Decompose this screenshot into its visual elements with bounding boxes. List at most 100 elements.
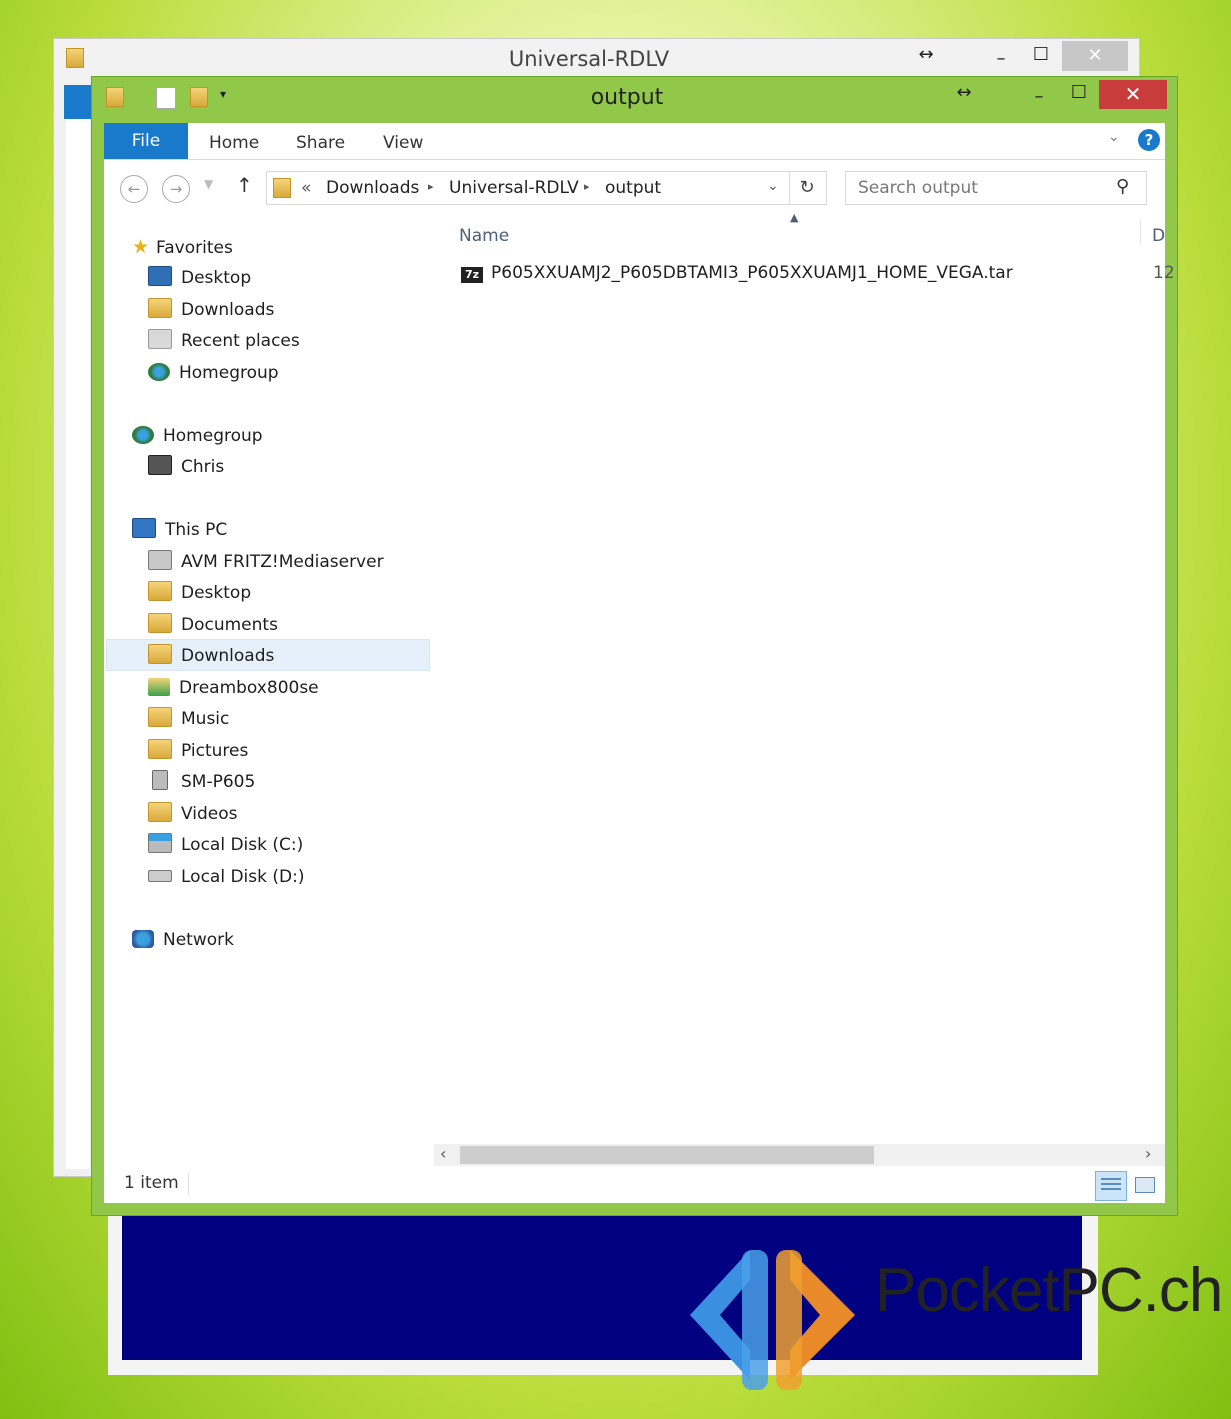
breadcrumb-overflow[interactable]: « — [301, 178, 311, 198]
nav-label: Downloads — [181, 300, 275, 320]
close-button[interactable]: ✕ — [1099, 80, 1167, 109]
column-header-date[interactable]: D — [1152, 226, 1165, 246]
resize-icon[interactable]: ↔ — [906, 41, 946, 69]
properties-icon[interactable] — [156, 87, 176, 109]
breadcrumb-output[interactable]: output — [605, 178, 661, 198]
nav-network[interactable]: Network — [132, 926, 234, 954]
explorer-window: ▾ output ↔ – ☐ ✕ File Home Share View ⌄ … — [91, 76, 1178, 1216]
nav-label: Network — [163, 930, 234, 950]
breadcrumb-downloads[interactable]: Downloads — [326, 178, 419, 198]
nav-item-chris[interactable]: Chris — [148, 453, 224, 481]
scrollbar-thumb[interactable] — [460, 1146, 874, 1164]
folder-icon — [273, 178, 291, 198]
file-name[interactable]: P605XXUAMJ2_P605DBTAMI3_P605XXUAMJ1_HOME… — [491, 263, 1013, 283]
nav-label: Pictures — [181, 741, 249, 761]
background-close-button[interactable]: ✕ — [1062, 41, 1128, 71]
star-icon: ★ — [132, 236, 150, 258]
minimize-button[interactable]: – — [1019, 83, 1059, 111]
forward-button[interactable]: → — [162, 175, 190, 203]
desktop-icon — [148, 266, 172, 286]
up-button[interactable]: ↑ — [236, 173, 253, 197]
homegroup-icon — [132, 426, 154, 444]
help-icon[interactable]: ? — [1138, 129, 1160, 151]
maximize-button[interactable]: ☐ — [1059, 79, 1099, 107]
nav-item-homegroup-fav[interactable]: Homegroup — [148, 359, 279, 387]
pictures-folder-icon — [148, 739, 172, 759]
nav-label: AVM FRITZ!Mediaserver — [181, 552, 384, 572]
nav-item-desktop-pc[interactable]: Desktop — [148, 579, 251, 607]
nav-item-videos[interactable]: Videos — [148, 800, 238, 828]
nav-item-documents[interactable]: Documents — [148, 611, 278, 639]
portable-device-icon — [152, 770, 168, 790]
breadcrumb-universal-rdlv[interactable]: Universal-RDLV — [449, 178, 579, 198]
nav-label: Downloads — [181, 646, 275, 666]
details-view-icon[interactable] — [1095, 1171, 1127, 1201]
nav-item-downloads[interactable]: Downloads — [148, 296, 274, 324]
nav-favorites[interactable]: ★ Favorites — [132, 233, 233, 261]
back-button[interactable]: ← — [120, 175, 148, 203]
breadcrumb-separator[interactable]: ▸ — [584, 180, 590, 193]
nav-item-local-disk-d[interactable]: Local Disk (D:) — [148, 863, 304, 891]
user-icon — [148, 455, 172, 475]
tab-share[interactable]: Share — [296, 123, 345, 159]
pocketpc-logo-icon — [690, 1250, 855, 1390]
recent-locations-icon[interactable]: ▼ — [204, 177, 213, 191]
tab-file[interactable]: File — [104, 123, 188, 159]
nav-label: Desktop — [181, 583, 252, 603]
resize-icon[interactable]: ↔ — [944, 79, 984, 107]
scroll-left-icon[interactable]: ‹ — [440, 1144, 446, 1163]
nav-this-pc[interactable]: This PC — [132, 516, 227, 544]
horizontal-scrollbar[interactable]: ‹ › — [434, 1144, 1165, 1166]
nav-label: Dreambox800se — [179, 678, 319, 698]
address-bar[interactable]: « Downloads ▸ Universal-RDLV ▸ output ⌄ — [266, 171, 790, 205]
ribbon: File Home Share View ⌄ ? — [104, 123, 1165, 160]
address-dropdown-icon[interactable]: ⌄ — [767, 178, 779, 194]
nav-item-sm-p605[interactable]: SM-P605 — [148, 768, 255, 796]
customize-toolbar-icon[interactable]: ▾ — [220, 87, 226, 101]
refresh-button[interactable]: ↻ — [788, 171, 827, 205]
nav-item-local-disk-c[interactable]: Local Disk (C:) — [148, 831, 303, 859]
nav-label: Local Disk (C:) — [181, 835, 304, 855]
scroll-right-icon[interactable]: › — [1145, 1144, 1151, 1163]
nav-item-downloads-pc[interactable]: Downloads — [148, 642, 274, 670]
network-icon — [132, 930, 154, 948]
background-body — [66, 119, 90, 1169]
nav-item-pictures[interactable]: Pictures — [148, 737, 248, 765]
computer-icon — [132, 518, 156, 538]
background-ribbon-strip — [64, 85, 92, 119]
nav-item-music[interactable]: Music — [148, 705, 229, 733]
breadcrumb-separator[interactable]: ▸ — [428, 180, 434, 193]
recent-places-icon — [148, 329, 172, 349]
nav-item-avm-mediaserver[interactable]: AVM FRITZ!Mediaserver — [148, 548, 384, 576]
nav-item-recent-places[interactable]: Recent places — [148, 327, 300, 355]
downloads-folder-icon — [148, 644, 172, 664]
maximize-button[interactable]: ☐ — [1021, 41, 1061, 69]
system-drive-icon — [148, 833, 172, 853]
nav-label: This PC — [165, 520, 228, 540]
search-box[interactable]: Search output ⚲ — [845, 171, 1147, 205]
nav-label: Music — [181, 709, 230, 729]
status-divider — [188, 1173, 189, 1195]
watermark-text: PocketPC.ch — [875, 1256, 1223, 1325]
homegroup-icon — [148, 363, 170, 381]
nav-homegroup[interactable]: Homegroup — [132, 422, 263, 450]
status-item-count: 1 item — [124, 1173, 179, 1193]
drive-icon — [148, 870, 172, 882]
new-folder-icon[interactable] — [190, 87, 208, 107]
search-input[interactable]: Search output — [858, 178, 978, 198]
nav-item-desktop[interactable]: Desktop — [148, 264, 251, 292]
large-icons-view-icon[interactable] — [1131, 1173, 1157, 1197]
tab-home[interactable]: Home — [209, 123, 259, 159]
nav-item-dreambox[interactable]: Dreambox800se — [148, 674, 319, 702]
column-divider[interactable] — [1140, 219, 1141, 245]
archive-7z-icon: 7z — [461, 267, 483, 283]
tab-view[interactable]: View — [383, 123, 423, 159]
videos-folder-icon — [148, 802, 172, 822]
minimize-button[interactable]: – — [981, 45, 1021, 73]
folder-icon — [66, 48, 84, 68]
expand-ribbon-icon[interactable]: ⌄ — [1108, 129, 1120, 145]
search-icon[interactable]: ⚲ — [1116, 176, 1129, 197]
column-header-name[interactable]: Name — [459, 226, 509, 246]
nav-label: SM-P605 — [181, 772, 256, 792]
music-folder-icon — [148, 707, 172, 727]
